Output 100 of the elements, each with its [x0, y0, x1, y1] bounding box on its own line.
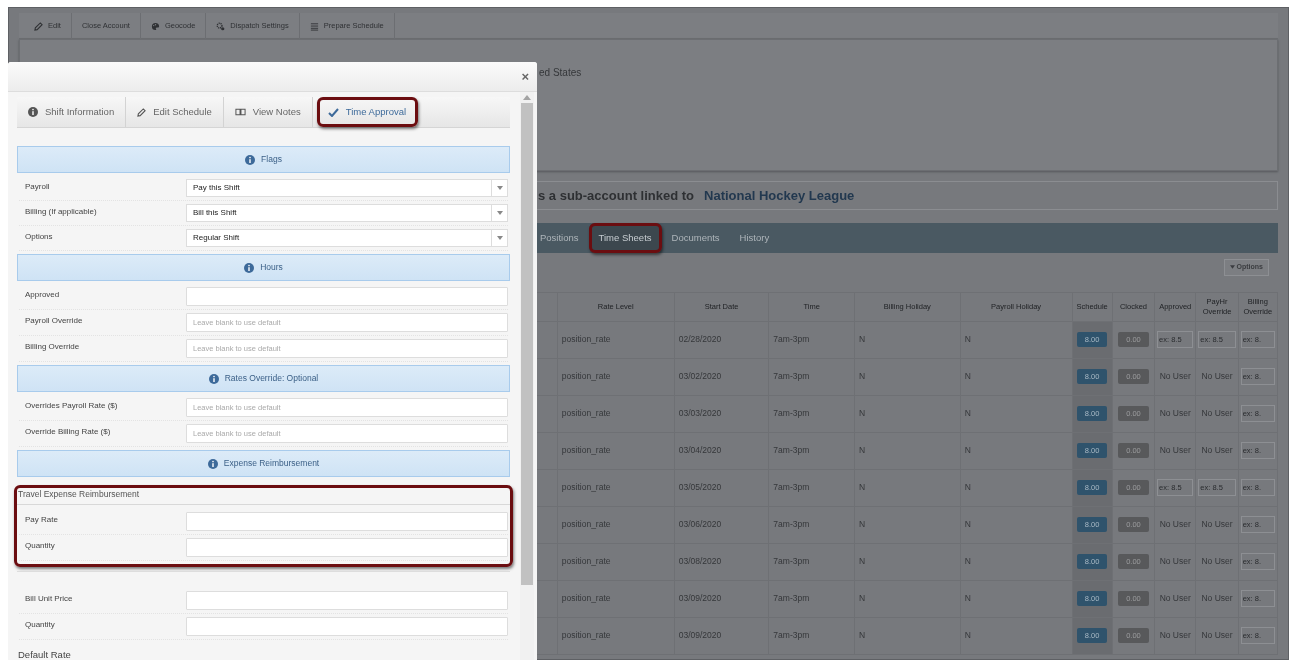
- input-field[interactable]: [186, 287, 508, 306]
- info-icon: [245, 154, 256, 165]
- table-cell: 7am-3pm: [773, 593, 810, 604]
- table-cell: N: [858, 334, 866, 345]
- field-label: Quantity: [24, 618, 56, 631]
- table-cell: 03/06/2020: [678, 519, 722, 530]
- cell-text: No User: [1159, 556, 1191, 567]
- palette-icon: [150, 21, 160, 31]
- table-cell: 03/08/2020: [678, 556, 722, 567]
- input-field[interactable]: [186, 590, 508, 610]
- table-cell: position_rate: [561, 593, 611, 604]
- tab[interactable]: Edit Schedule: [126, 97, 224, 127]
- tab[interactable]: View Notes: [223, 97, 313, 127]
- field-label: Payroll: [24, 181, 51, 193]
- table-cell: position_rate: [561, 371, 611, 382]
- scrollbar[interactable]: [520, 92, 534, 660]
- field-label: Overrides Payroll Rate ($): [24, 400, 119, 412]
- book-icon: [234, 108, 246, 116]
- check-icon: [327, 107, 339, 117]
- table-cell: 02/28/2020: [678, 334, 722, 345]
- table-cell: 7am-3pm: [773, 371, 810, 382]
- field-label: Override Billing Rate ($): [24, 426, 112, 438]
- caret-icon: [1229, 265, 1235, 270]
- tab[interactable]: Positions: [530, 223, 589, 253]
- tab[interactable]: Documents: [661, 223, 730, 253]
- table-cell: N: [858, 519, 866, 530]
- table-cell: N: [964, 593, 971, 604]
- table-cell: N: [964, 556, 971, 567]
- table-cell: N: [964, 519, 971, 530]
- field-label: Payroll Override: [24, 315, 84, 327]
- address-text: ed States: [539, 67, 582, 78]
- field-label: Pay Rate: [24, 513, 59, 526]
- table-cell: 03/02/2020: [678, 371, 722, 382]
- tab[interactable]: History: [729, 223, 780, 253]
- linked-account-link[interactable]: National Hockey League: [704, 185, 855, 206]
- table-cell: position_rate: [561, 408, 611, 419]
- table-cell: 7am-3pm: [773, 334, 810, 345]
- scroll-thumb[interactable]: [521, 103, 533, 585]
- field-label: Approved: [24, 289, 61, 301]
- field-label: Bill Unit Price: [24, 592, 74, 605]
- tab[interactable]: Time Approval: [316, 97, 419, 127]
- section-heading: Default Rate: [17, 639, 510, 660]
- table-cell: 7am-3pm: [773, 519, 810, 530]
- table-cell: position_rate: [561, 519, 611, 530]
- close-button[interactable]: ×: [521, 70, 529, 83]
- input-field[interactable]: [186, 537, 508, 557]
- info-icon: [244, 262, 255, 273]
- scroll-up-icon[interactable]: [523, 95, 531, 100]
- table-cell: N: [858, 371, 866, 382]
- section-header: Rates Override: Optional: [17, 365, 510, 392]
- table-cell: 7am-3pm: [773, 445, 810, 456]
- field-label: Billing (If applicable): [24, 206, 98, 218]
- select-field[interactable]: Regular Shift: [186, 229, 508, 247]
- cell-text: No User: [1159, 630, 1191, 641]
- tab[interactable]: Time Sheets: [588, 223, 662, 253]
- table-cell: N: [964, 371, 971, 382]
- section-header: Hours: [17, 254, 510, 281]
- select-field[interactable]: Pay this Shift: [186, 179, 508, 197]
- table-cell: N: [964, 334, 971, 345]
- table-cell: 7am-3pm: [773, 630, 810, 641]
- table-cell: N: [964, 408, 971, 419]
- select-field[interactable]: Bill this Shift: [186, 204, 508, 222]
- table-cell: position_rate: [561, 482, 611, 493]
- table-cell: 03/05/2020: [678, 482, 722, 493]
- cell-text: No User: [1159, 445, 1191, 456]
- cell-text: No User: [1159, 371, 1191, 382]
- section-header: Flags: [17, 146, 510, 173]
- table-cell: 03/09/2020: [678, 630, 722, 641]
- caret-icon: [496, 211, 503, 215]
- table-cell: 7am-3pm: [773, 556, 810, 567]
- table-cell: N: [858, 445, 866, 456]
- table-cell: position_rate: [561, 445, 611, 456]
- table-cell: N: [858, 556, 866, 567]
- table-cell: 03/04/2020: [678, 445, 722, 456]
- table-cell: N: [964, 482, 971, 493]
- input-field[interactable]: [186, 511, 508, 531]
- input-field[interactable]: [186, 616, 508, 636]
- table-cell: N: [964, 445, 971, 456]
- field-label: Options: [24, 231, 54, 243]
- cell-text: No User: [1159, 519, 1191, 530]
- sub-account-text: s a sub-account linked to: [538, 186, 695, 205]
- group-title: Travel Expense Reimbursement: [17, 485, 510, 505]
- table-cell: position_rate: [561, 334, 611, 345]
- table-cell: 7am-3pm: [773, 408, 810, 419]
- pencil-icon: [34, 21, 43, 31]
- info-icon: [28, 107, 38, 117]
- table-cell: 03/09/2020: [678, 593, 722, 604]
- tab[interactable]: Shift Information: [17, 97, 127, 127]
- cell-text: No User: [1159, 593, 1191, 604]
- field-label: Quantity: [24, 539, 56, 552]
- info-icon: [208, 373, 219, 384]
- list-icon: [309, 21, 319, 31]
- table-cell: N: [964, 630, 971, 641]
- table-cell: 03/03/2020: [678, 408, 722, 419]
- caret-icon: [496, 186, 503, 190]
- table-cell: position_rate: [561, 630, 611, 641]
- info-icon: [207, 458, 218, 469]
- table-cell: N: [858, 482, 866, 493]
- section-header: Expense Reimbursement: [17, 450, 510, 477]
- cell-text: No User: [1159, 408, 1191, 419]
